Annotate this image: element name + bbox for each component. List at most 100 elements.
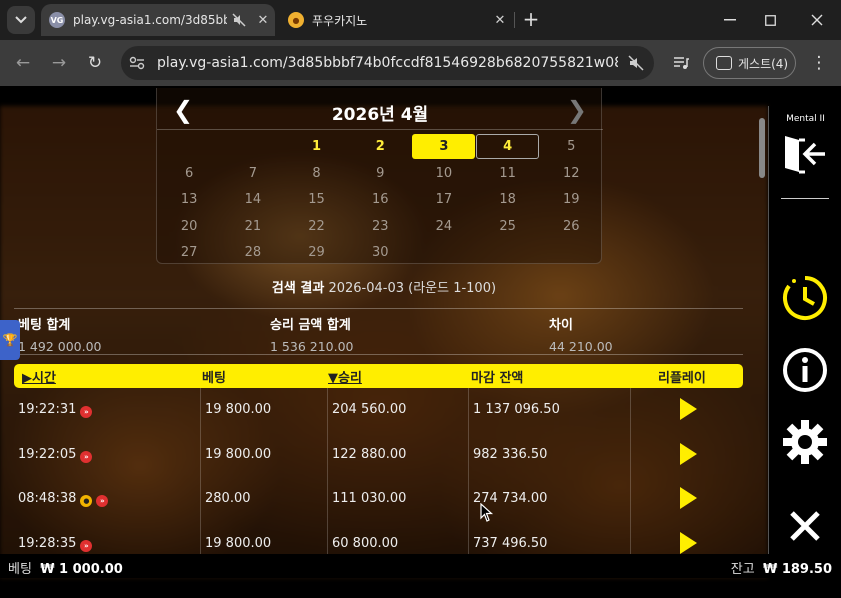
calendar-month-title: 2026년 4월 [331,105,429,125]
cell-win: 122 880.00 [332,446,407,462]
win-total: 승리 금액 합계 1 536 210.00 [270,314,354,354]
calendar-day: 9 [376,165,385,181]
calendar-week-row: 13 14 15 16 17 18 19 [157,187,603,214]
replay-play-icon[interactable] [680,531,697,554]
totals-summary: 베팅 합계 1 492 000.00 승리 금액 합계 1 536 210.00… [14,308,743,355]
bear-favicon-icon: ● [288,12,304,28]
calendar-day: 28 [244,245,262,260]
cell-bet: 19 800.00 [205,535,272,551]
new-tab-button[interactable]: + [520,7,542,31]
calendar-day: 24 [435,218,453,234]
tab-close-icon[interactable]: ✕ [251,8,275,32]
chevron-down-icon [15,16,27,24]
tab-mute-icon[interactable] [227,8,251,32]
profile-label: 게스트(4) [738,56,789,71]
calendar-grid: 1 2 3 4 5 6 7 8 9 10 11 12 13 14 15 16 17 18 19 20 21 22 23 24 2… [157,134,603,267]
cell-time: 19:22:31» [18,402,93,418]
fast-play-chip-icon: » [80,406,93,418]
browser-menu-button[interactable]: ⋮ [806,50,832,76]
tab-title: play.vg-asia1.com/3d85bbb [73,13,227,27]
media-control-button[interactable] [668,50,694,76]
playlist-icon [674,57,689,69]
replay-play-icon[interactable] [680,487,697,509]
info-icon [783,348,827,392]
history-scrollbar[interactable] [759,118,765,178]
exit-game-button[interactable] [779,128,831,180]
close-panel-button[interactable] [779,500,831,552]
info-button[interactable] [779,344,831,396]
replay-play-icon[interactable] [680,398,697,420]
minimize-button[interactable] [716,6,744,34]
col-win-header[interactable]: ▼승리 [328,367,362,386]
forward-button[interactable]: → [46,50,72,76]
tab-game[interactable]: VG play.vg-asia1.com/3d85bbb ✕ [41,4,275,36]
history-button[interactable] [779,272,831,324]
tab-close-icon[interactable]: ✕ [488,8,512,32]
time-text: 08:48:38 [18,491,77,506]
bet-status-label: 베팅 [8,562,32,577]
col-balance-header[interactable]: 마감 잔액 [471,367,523,386]
close-window-button[interactable] [803,6,831,34]
address-bar[interactable]: play.vg-asia1.com/3d85bbbf74b0fccdf81546… [121,46,654,80]
history-table-header: ▶시간 베팅 ▼승리 마감 잔액 리플레이 [14,364,743,388]
settings-button[interactable] [779,416,831,468]
calendar-day[interactable]: 3 [412,134,476,159]
fast-play-chip-icon: » [96,495,109,507]
close-icon [790,511,820,541]
minimize-icon [724,19,736,21]
calendar-day: 19 [563,192,580,207]
game-sidebar: Mental II [768,106,841,554]
maximize-button[interactable] [756,6,784,34]
bet-status: 베팅 ₩ 1 000.00 [8,558,123,577]
col-bet-header[interactable]: 베팅 [202,367,226,386]
calendar-day: 11 [499,165,516,181]
calendar-day: 20 [180,218,198,234]
next-month-button[interactable]: ❯ [567,96,587,124]
calendar-day: 12 [563,165,580,181]
reload-button[interactable]: ↻ [82,50,108,76]
history-calendar: ❮ 2026년 4월 ❯ 1 2 3 4 5 6 7 8 9 10 11 12 13 14 15 16 17 18… [156,88,603,267]
back-button[interactable]: ← [10,50,36,76]
game-viewport: ❮ 2026년 4월 ❯ 1 2 3 4 5 6 7 8 9 10 11 12 13 14 15 16 17 18… [0,86,841,598]
guest-profile-button[interactable]: 게스트(4) [703,47,796,79]
time-text: 19:22:31 [18,402,77,417]
col-time-header[interactable]: ▶시간 [22,367,56,386]
table-row: 19:28:35» 19 800.00 60 800.00 737 496.50 [14,522,743,557]
tab-casino[interactable]: ● 푸우카지노 ✕ [280,4,512,36]
fast-play-chip-icon: » [80,539,93,552]
replay-play-icon[interactable] [680,442,697,465]
calendar-empty-cell [476,240,539,265]
calendar-day: 8 [312,165,321,181]
cell-time: 19:22:05» [18,447,93,463]
bet-total: 베팅 합계 1 492 000.00 [18,314,102,354]
calendar-day[interactable]: 4 [476,134,540,159]
balance-status-value: ₩ 189.50 [762,562,832,577]
tab-search-button[interactable] [7,6,35,34]
muted-icon[interactable] [618,55,654,71]
calendar-day: 5 [567,139,576,154]
trophy-icon: 🏆 [2,333,18,347]
url-text: play.vg-asia1.com/3d85bbbf74b0fccdf81546… [157,55,618,71]
calendar-day: 26 [563,218,580,234]
time-text: 19:28:35 [18,535,77,551]
calendar-day[interactable]: 2 [349,134,412,159]
history-icon [783,276,827,320]
calendar-day: 27 [180,245,198,260]
calendar-week-row: 20 21 22 23 24 25 26 [157,214,603,241]
calendar-week-row: 1234 5 [157,134,603,161]
table-row: 19:22:31» 19 800.00 204 560.00 1 137 096.50 [14,388,743,433]
col-replay-header: 리플레이 [658,371,706,386]
site-settings-icon[interactable] [121,56,153,70]
calendar-day: 23 [371,218,389,234]
win-total-label: 승리 금액 합계 [270,318,351,333]
calendar-empty-cell [221,134,284,159]
calendar-day[interactable]: 1 [285,134,348,159]
trophy-tab-button[interactable]: 🏆 [0,320,20,360]
bet-total-value: 1 492 000.00 [18,339,102,354]
cell-bet: 280.00 [205,491,251,506]
table-row: 08:48:38 ●» 280.00 111 030.00 274 734.00 [14,477,743,522]
tab-title: 푸우카지노 [312,13,368,28]
sort-right-icon: ▶ [22,371,32,386]
settings-icon [783,420,827,464]
fast-play-chip-icon: » [80,450,93,463]
